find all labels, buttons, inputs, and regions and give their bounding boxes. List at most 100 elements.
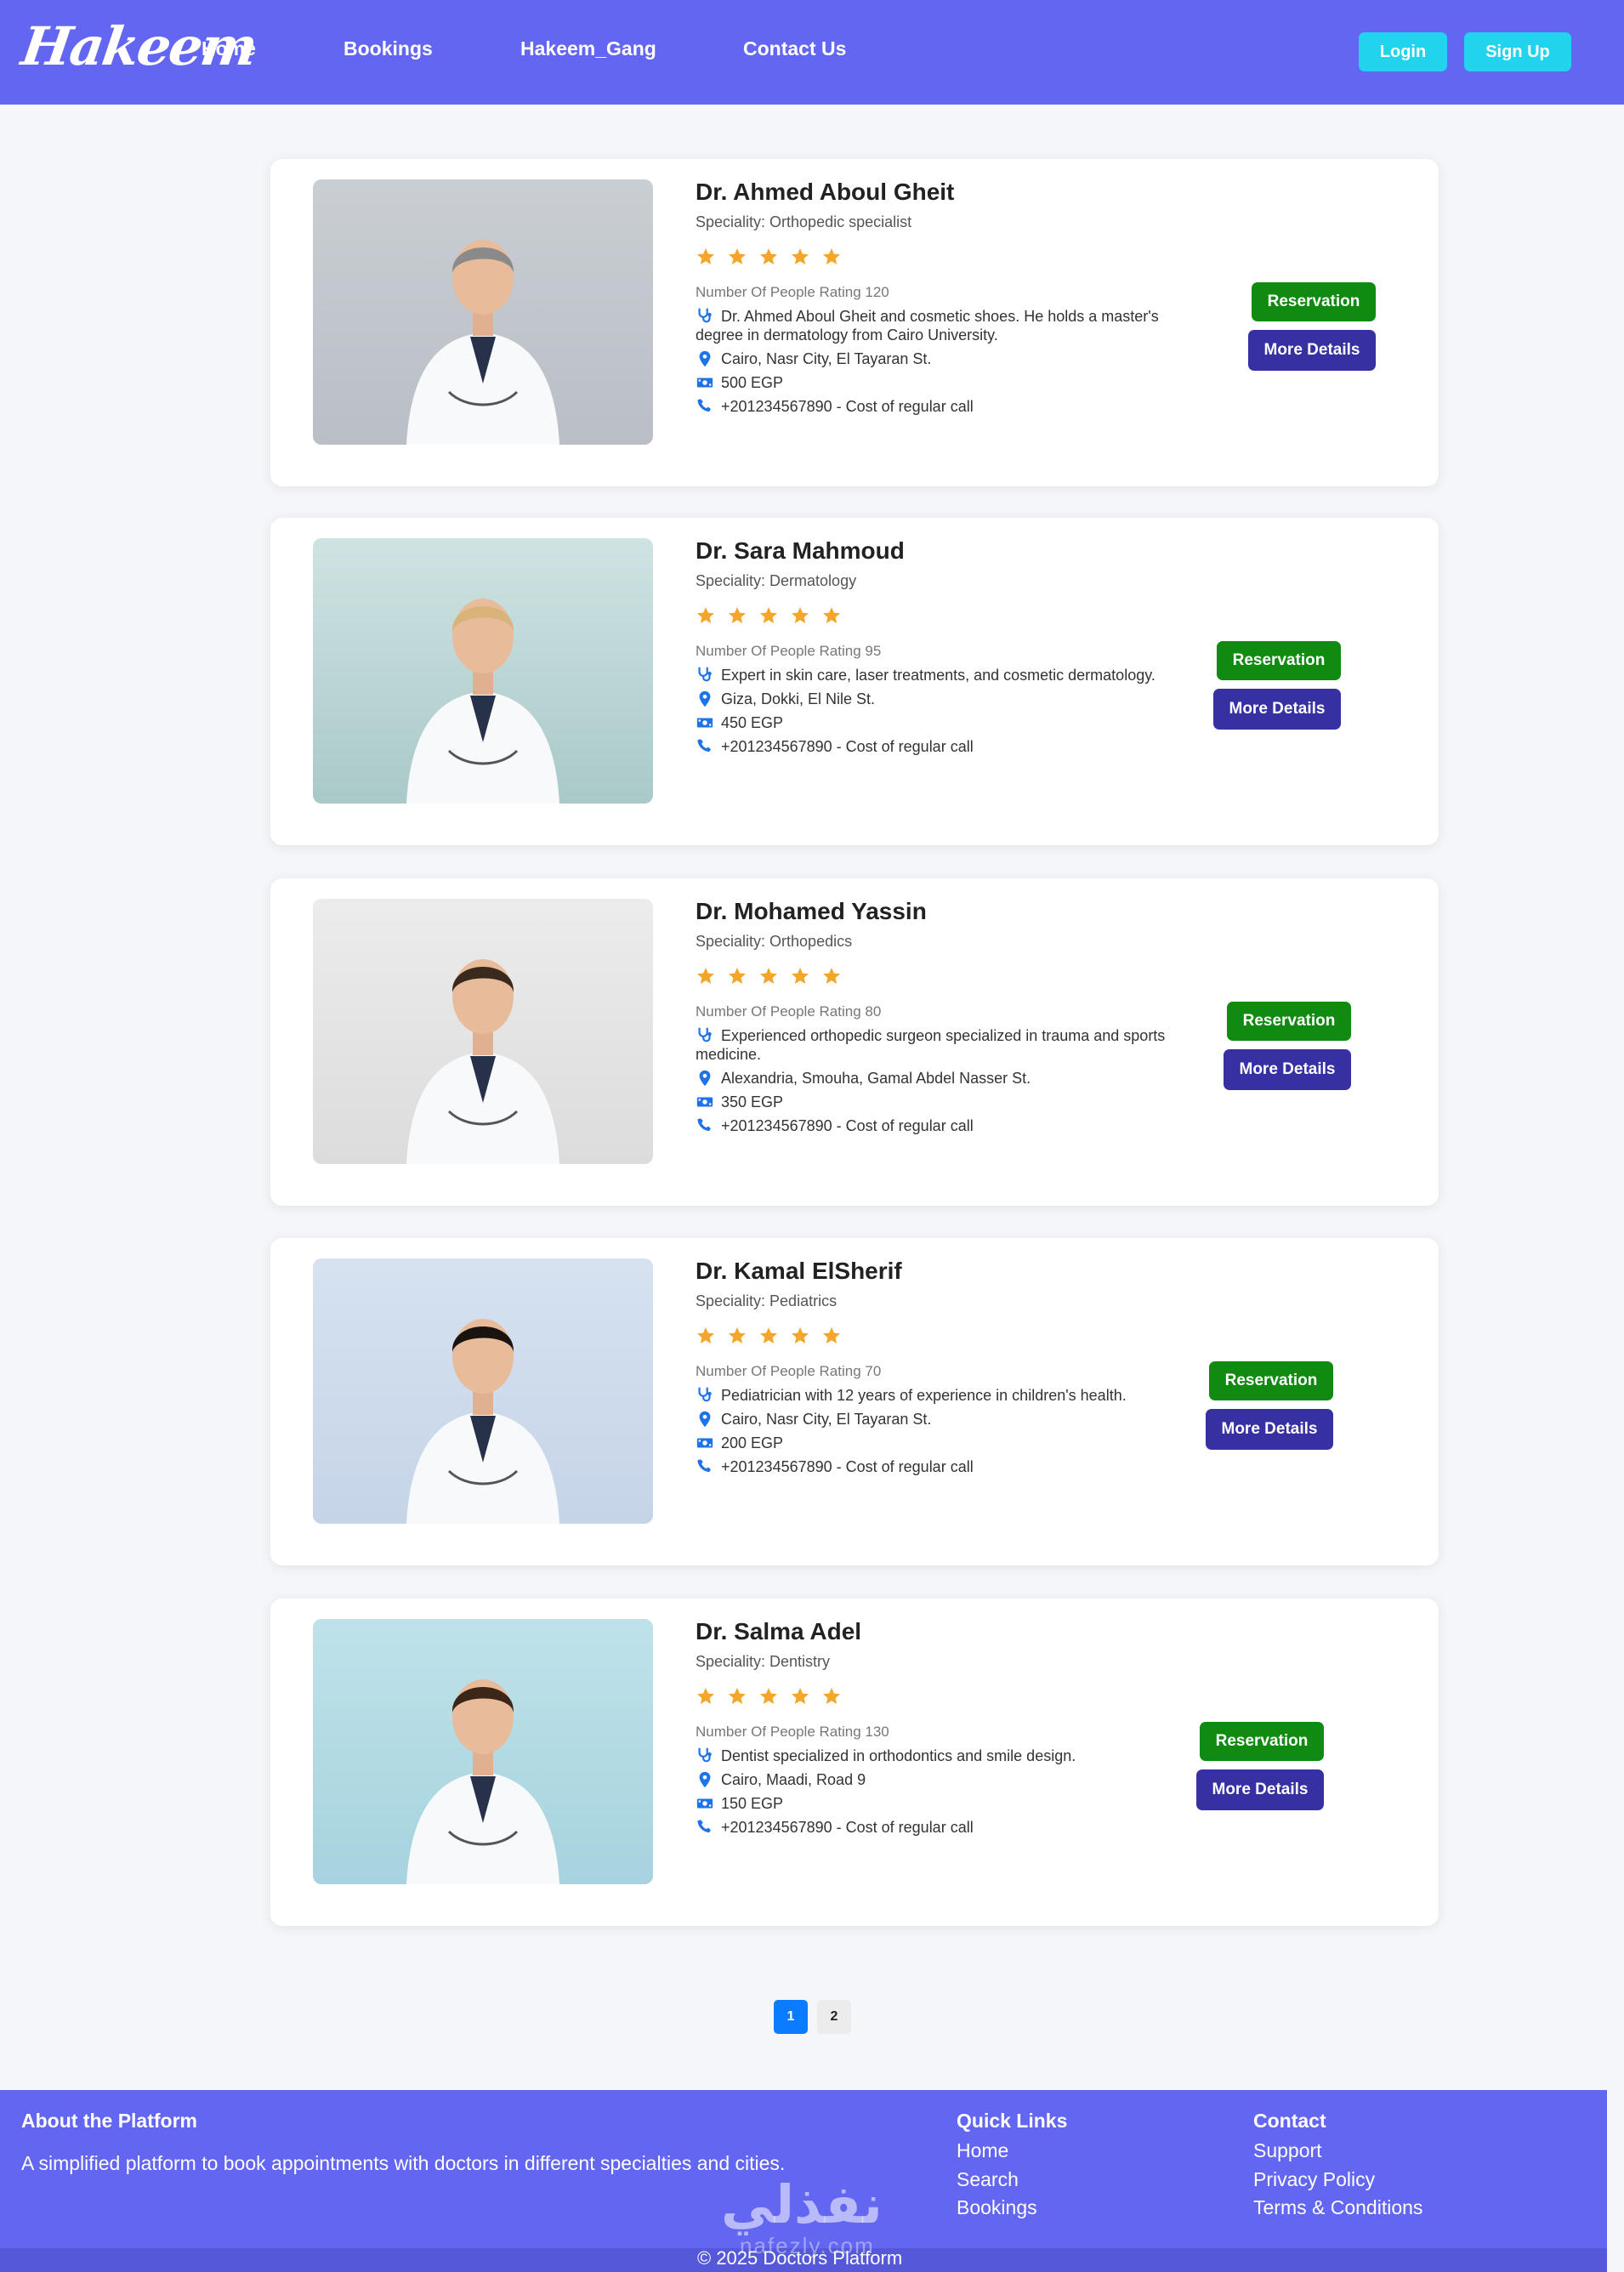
location-pin-icon	[696, 690, 714, 708]
phone-row: +201234567890 - Cost of regular call	[696, 397, 1206, 416]
money-icon	[696, 1093, 714, 1111]
footer-link-search[interactable]: Search	[957, 2168, 1019, 2191]
doctor-name[interactable]: Dr. Salma Adel	[696, 1617, 1206, 1646]
footer-link-support[interactable]: Support	[1253, 2139, 1322, 2162]
star-icon	[696, 247, 716, 267]
doctor-card: Dr. Kamal ElSherif Speciality: Pediatric…	[270, 1238, 1439, 1565]
footer-link-privacy[interactable]: Privacy Policy	[1253, 2168, 1375, 2191]
doctor-photo	[313, 179, 653, 445]
rating-stars	[696, 1326, 1206, 1349]
money-icon	[696, 1794, 714, 1813]
money-icon	[696, 373, 714, 392]
location-pin-icon	[696, 1410, 714, 1429]
doctor-info: Dr. Mohamed Yassin Speciality: Orthopedi…	[696, 897, 1206, 1135]
reservation-button[interactable]: Reservation	[1209, 1361, 1333, 1400]
reservation-button[interactable]: Reservation	[1252, 282, 1376, 321]
page-1-button[interactable]: 1	[774, 2000, 808, 2034]
location-row: Cairo, Nasr City, El Tayaran St.	[696, 1410, 1206, 1429]
doctor-phone: +201234567890 - Cost of regular call	[721, 1819, 974, 1836]
star-icon	[790, 605, 810, 626]
phone-row: +201234567890 - Cost of regular call	[696, 1457, 1206, 1476]
star-icon	[790, 1686, 810, 1707]
price-row: 150 EGP	[696, 1794, 1206, 1813]
reservation-button[interactable]: Reservation	[1200, 1722, 1324, 1761]
location-pin-icon	[696, 1069, 714, 1088]
doctor-name[interactable]: Dr. Mohamed Yassin	[696, 897, 1206, 926]
footer-about-title: About the Platform	[21, 2110, 197, 2132]
star-icon	[696, 966, 716, 986]
doctor-info: Dr. Salma Adel Speciality: Dentistry Num…	[696, 1617, 1206, 1837]
star-icon	[727, 605, 747, 626]
doctor-speciality: Speciality: Dentistry	[696, 1653, 831, 1670]
doctor-photo	[313, 1619, 653, 1884]
star-icon	[790, 247, 810, 267]
star-icon	[758, 1686, 779, 1707]
price-row: 350 EGP	[696, 1093, 1206, 1111]
nav-bookings-link[interactable]: Bookings	[344, 37, 433, 60]
money-icon	[696, 1434, 714, 1452]
signup-button[interactable]: Sign Up	[1464, 32, 1571, 71]
rating-count: Number Of People Rating 130	[696, 1724, 889, 1740]
footer-link-terms[interactable]: Terms & Conditions	[1253, 2196, 1422, 2219]
doctor-info: Dr. Ahmed Aboul Gheit Speciality: Orthop…	[696, 178, 1206, 416]
rating-stars	[696, 966, 1206, 990]
copyright: © 2025 Doctors Platform	[697, 2247, 903, 2269]
star-icon	[758, 247, 779, 267]
doctor-photo	[313, 1258, 653, 1524]
footer-link-home[interactable]: Home	[957, 2139, 1008, 2162]
nav-hakeem-gang-link[interactable]: Hakeem_Gang	[520, 37, 656, 60]
doctor-location: Alexandria, Smouha, Gamal Abdel Nasser S…	[721, 1070, 1031, 1087]
nav-contact-link[interactable]: Contact Us	[743, 37, 846, 60]
phone-icon	[696, 1818, 714, 1837]
doctor-name[interactable]: Dr. Ahmed Aboul Gheit	[696, 178, 1206, 207]
star-icon	[727, 966, 747, 986]
star-icon	[821, 1686, 842, 1707]
doctor-description: Dentist specialized in orthodontics and …	[721, 1747, 1076, 1764]
rating-stars	[696, 247, 1206, 270]
phone-icon	[696, 1116, 714, 1135]
rating-stars	[696, 605, 1206, 629]
star-icon	[821, 605, 842, 626]
doctor-card: Dr. Sara Mahmoud Speciality: Dermatology…	[270, 518, 1439, 845]
more-details-button[interactable]: More Details	[1206, 1409, 1333, 1450]
price-row: 450 EGP	[696, 713, 1206, 732]
doctor-name[interactable]: Dr. Kamal ElSherif	[696, 1257, 1206, 1286]
doctor-speciality: Speciality: Orthopedics	[696, 933, 853, 950]
doctor-description: Dr. Ahmed Aboul Gheit and cosmetic shoes…	[696, 308, 1159, 344]
doctor-price: 500 EGP	[721, 374, 784, 391]
doctor-speciality: Speciality: Orthopedic specialist	[696, 213, 912, 230]
phone-icon	[696, 1457, 714, 1476]
doctor-name[interactable]: Dr. Sara Mahmoud	[696, 537, 1206, 565]
footer-about-text: A simplified platform to book appointmen…	[21, 2152, 786, 2174]
doctor-location: Giza, Dokki, El Nile St.	[721, 690, 876, 707]
location-row: Cairo, Maadi, Road 9	[696, 1770, 1206, 1789]
stethoscope-icon	[696, 1025, 714, 1044]
reservation-button[interactable]: Reservation	[1217, 641, 1341, 680]
doctor-description-row: Dentist specialized in orthodontics and …	[696, 1746, 1206, 1765]
doctor-description-row: Experienced orthopedic surgeon specializ…	[696, 1025, 1206, 1064]
doctor-info: Dr. Kamal ElSherif Speciality: Pediatric…	[696, 1257, 1206, 1476]
more-details-button[interactable]: More Details	[1248, 330, 1376, 371]
doctor-info: Dr. Sara Mahmoud Speciality: Dermatology…	[696, 537, 1206, 756]
doctor-speciality: Speciality: Pediatrics	[696, 1292, 838, 1309]
doctor-photo	[313, 899, 653, 1164]
doctor-speciality: Speciality: Dermatology	[696, 572, 857, 589]
nav-home-link[interactable]: Home	[202, 37, 256, 60]
star-icon	[696, 1686, 716, 1707]
doctor-description: Expert in skin care, laser treatments, a…	[721, 667, 1156, 684]
star-icon	[696, 605, 716, 626]
stethoscope-icon	[696, 1385, 714, 1404]
more-details-button[interactable]: More Details	[1196, 1769, 1324, 1810]
doctor-phone: +201234567890 - Cost of regular call	[721, 1458, 974, 1475]
page-2-button[interactable]: 2	[817, 2000, 851, 2034]
more-details-button[interactable]: More Details	[1213, 689, 1341, 730]
rating-stars	[696, 1686, 1206, 1710]
rating-count: Number Of People Rating 95	[696, 643, 882, 659]
login-button[interactable]: Login	[1359, 32, 1447, 71]
reservation-button[interactable]: Reservation	[1227, 1002, 1351, 1041]
doctor-description-row: Pediatrician with 12 years of experience…	[696, 1385, 1206, 1405]
phone-row: +201234567890 - Cost of regular call	[696, 1116, 1206, 1135]
footer-link-bookings[interactable]: Bookings	[957, 2196, 1037, 2219]
phone-row: +201234567890 - Cost of regular call	[696, 1818, 1206, 1837]
more-details-button[interactable]: More Details	[1224, 1049, 1351, 1090]
